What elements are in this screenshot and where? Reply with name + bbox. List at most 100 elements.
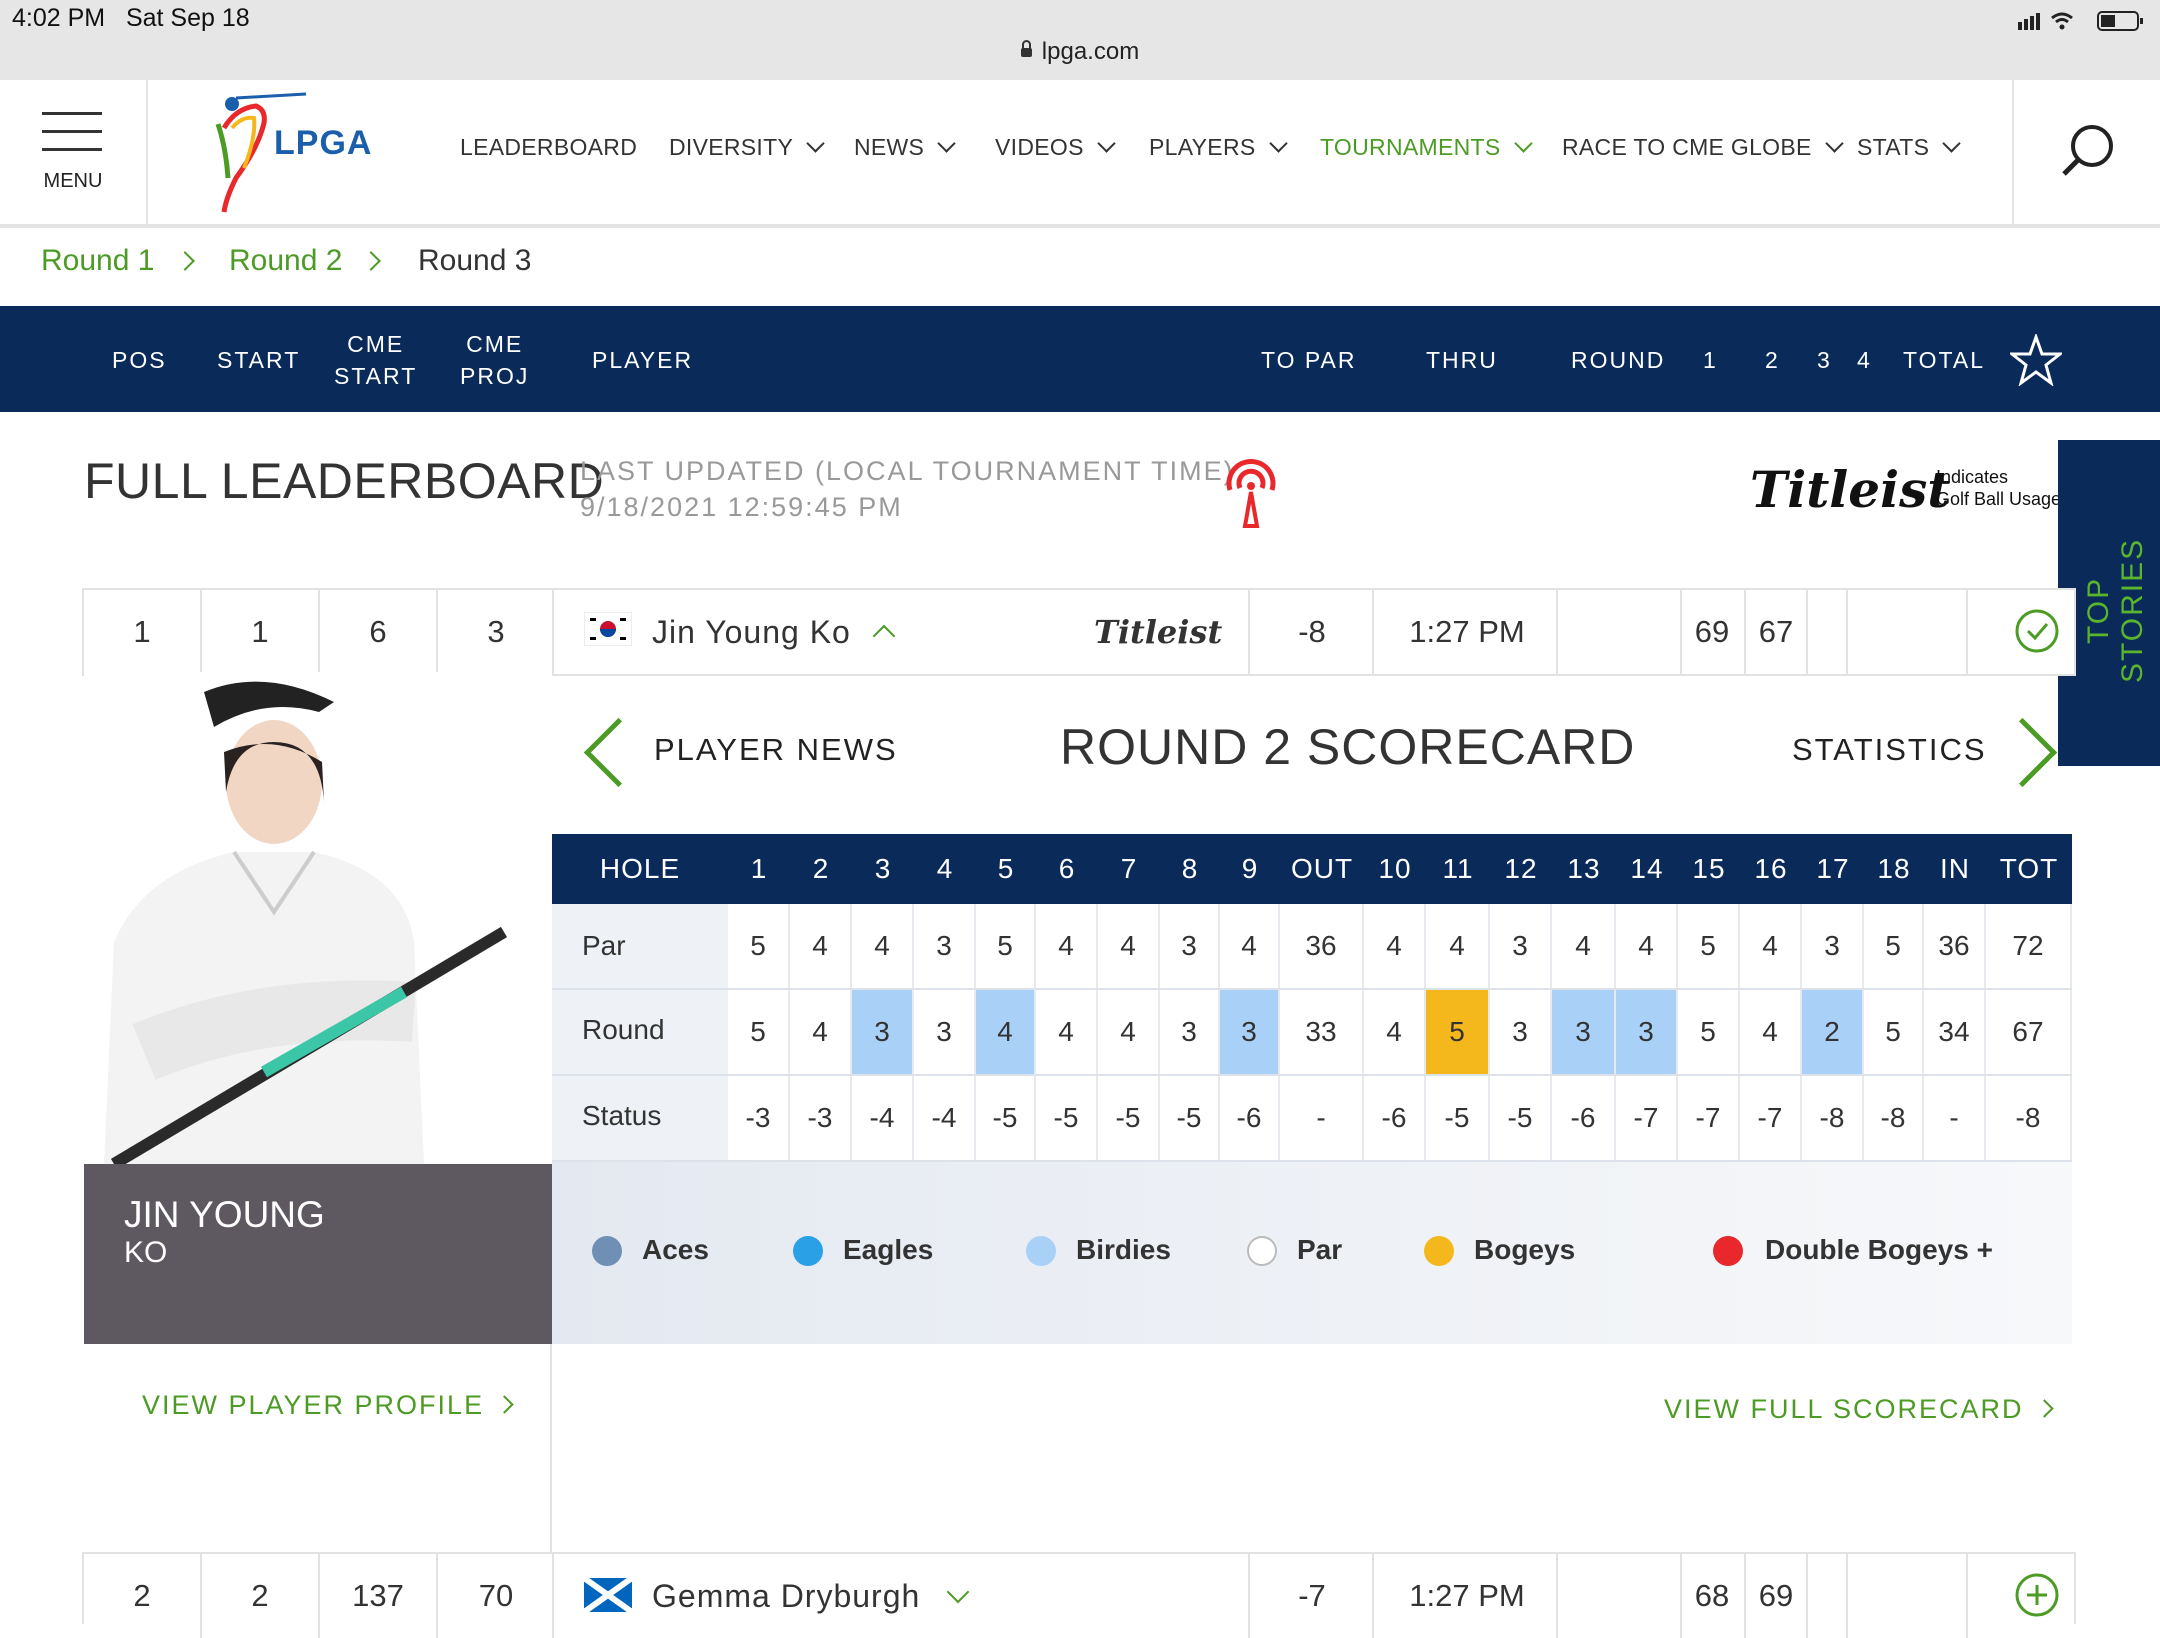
col-thru[interactable]: THRU xyxy=(1426,344,1498,376)
nav-race-to-cme-globe[interactable]: RACE TO CME GLOBE xyxy=(1562,134,1844,161)
scorecard-status-cell: -7 xyxy=(1616,1076,1678,1160)
legend-double-bogeys-dot xyxy=(1713,1236,1743,1266)
scorecard-status-cell: -4 xyxy=(852,1076,914,1160)
url-bar[interactable]: lpga.com xyxy=(0,38,2160,66)
scorecard-par-cell: 3 xyxy=(1490,904,1552,988)
player-news-link[interactable]: PLAYER NEWS xyxy=(654,732,898,768)
chevron-down-icon xyxy=(1513,134,1533,153)
scorecard-col-6: 6 xyxy=(1058,853,1076,884)
scorecard-round-cell: 4 xyxy=(1740,990,1802,1074)
scorecard-par-cell: 4 xyxy=(1220,904,1280,988)
col-pos[interactable]: POS xyxy=(112,344,167,376)
battery-wifi-signal-icon xyxy=(2018,11,2143,31)
scorecard-round-cell: 34 xyxy=(1924,990,1986,1074)
scorecard-status-cell: -6 xyxy=(1220,1076,1280,1160)
player-photo xyxy=(84,672,552,1164)
player-last-name: KO xyxy=(124,1236,168,1269)
row-player-name[interactable]: Jin Young Ko xyxy=(652,590,851,674)
row-thru: 1:27 PM xyxy=(1409,614,1525,649)
row-player-name[interactable]: Gemma Dryburgh xyxy=(652,1554,920,1638)
row-cme-proj: 3 xyxy=(487,614,505,649)
chevron-down-icon xyxy=(1097,134,1116,153)
breadcrumb-round-2[interactable]: Round 2 xyxy=(229,244,342,278)
nav-leaderboard[interactable]: LEADERBOARD xyxy=(460,134,637,161)
col-r1[interactable]: 1 xyxy=(1703,344,1718,376)
search-button[interactable] xyxy=(2012,80,2160,224)
scorecard-par-label: Par xyxy=(582,930,626,961)
col-cme-proj[interactable]: CME PROJ xyxy=(460,328,529,392)
row-r2: 67 xyxy=(1758,614,1794,649)
row-thru: 1:27 PM xyxy=(1409,1578,1525,1613)
checkmark-circle-icon[interactable] xyxy=(2014,608,2060,654)
plus-circle-icon[interactable] xyxy=(2014,1572,2060,1618)
scorecard-round-cell: 4 xyxy=(1036,990,1098,1074)
col-round[interactable]: ROUND xyxy=(1571,344,1665,376)
col-r2[interactable]: 2 xyxy=(1765,344,1780,376)
scorecard-round-cell: 2 xyxy=(1802,990,1864,1074)
scorecard-par-cell: 4 xyxy=(1552,904,1616,988)
scorecard-status-cell: -6 xyxy=(1552,1076,1616,1160)
lpga-logo-text: LPGA xyxy=(274,124,373,162)
chevron-down-icon xyxy=(806,134,825,153)
scorecard-par-cell: 4 xyxy=(790,904,852,988)
scorecard-round-cell: 3 xyxy=(1616,990,1678,1074)
status-date: Sat Sep 18 xyxy=(125,4,250,32)
row-pos: 1 xyxy=(133,614,151,649)
scorecard-status-cell: - xyxy=(1280,1076,1364,1160)
col-to-par[interactable]: TO PAR xyxy=(1261,344,1357,376)
scorecard-status-cell: -4 xyxy=(914,1076,976,1160)
scorecard-col-2: 2 xyxy=(812,853,830,884)
row-cme-start: 6 xyxy=(369,614,387,649)
chevron-up-icon[interactable] xyxy=(872,624,896,648)
statistics-link[interactable]: STATISTICS xyxy=(1792,732,1987,768)
scorecard-par-cell: 36 xyxy=(1280,904,1364,988)
scorecard-par-cell: 4 xyxy=(1364,904,1426,988)
col-player[interactable]: PLAYER xyxy=(592,344,693,376)
top-stories-label: TOP STORIES xyxy=(2082,537,2149,683)
nav-tournaments[interactable]: TOURNAMENTS xyxy=(1320,134,1533,161)
scorecard-col-out: OUT xyxy=(1290,853,1354,884)
scorecard-round-cell: 67 xyxy=(1986,990,2072,1074)
status-clock: 4:02 PM xyxy=(12,4,106,32)
leaderboard-row[interactable]: 2 2 137 70 Gemma Dryburgh -7 1:27 PM 68 … xyxy=(82,1552,2076,1638)
status-icons xyxy=(2018,10,2148,32)
scorecard-col-13: 13 xyxy=(1567,853,1601,884)
col-r3[interactable]: 3 xyxy=(1817,344,1832,376)
menu-button[interactable] xyxy=(0,80,148,224)
scorecard-col-16: 16 xyxy=(1754,853,1788,884)
row-r1: 69 xyxy=(1694,614,1730,649)
scorecard-round-cell: 33 xyxy=(1280,990,1364,1074)
breadcrumb-round-3[interactable]: Round 3 xyxy=(418,244,531,278)
chevron-down-icon xyxy=(937,134,956,153)
view-full-scorecard-link[interactable]: VIEW FULL SCORECARD xyxy=(1664,1394,2054,1425)
chevron-left-icon[interactable] xyxy=(583,717,654,788)
scorecard-par-cell: 4 xyxy=(852,904,914,988)
nav-videos[interactable]: VIDEOS xyxy=(995,134,1116,161)
scorecard-round-cell: 5 xyxy=(1678,990,1740,1074)
col-start[interactable]: START xyxy=(217,344,300,376)
row-start: 2 xyxy=(251,1578,269,1613)
lock-icon xyxy=(1020,40,1032,57)
breadcrumb-round-1[interactable]: Round 1 xyxy=(41,244,154,278)
scorecard-status-cell: -7 xyxy=(1740,1076,1802,1160)
chevron-down-icon[interactable] xyxy=(946,1580,970,1604)
leaderboard-row[interactable]: 1 1 6 3 Jin Young Ko Titleist -8 1:27 PM… xyxy=(82,588,2076,676)
scorecard-status-cell: -5 xyxy=(1426,1076,1490,1160)
last-updated-label: LAST UPDATED (LOCAL TOURNAMENT TIME) xyxy=(580,456,1235,486)
chevron-down-icon xyxy=(1824,134,1844,153)
scorecard-round-cell: 3 xyxy=(1220,990,1280,1074)
scorecard-col-18: 18 xyxy=(1877,853,1911,884)
star-icon[interactable] xyxy=(2010,334,2062,386)
col-r4[interactable]: 4 xyxy=(1857,344,1872,376)
scorecard-col-14: 14 xyxy=(1630,853,1664,884)
view-player-profile-link[interactable]: VIEW PLAYER PROFILE xyxy=(142,1390,514,1421)
nav-stats[interactable]: STATS xyxy=(1857,134,1961,161)
scorecard-col-17: 17 xyxy=(1816,853,1850,884)
col-total[interactable]: TOTAL xyxy=(1903,344,1985,376)
row-to-par: -7 xyxy=(1298,1578,1326,1613)
col-cme-start[interactable]: CME START xyxy=(334,328,417,392)
nav-players[interactable]: PLAYERS xyxy=(1149,134,1288,161)
nav-news[interactable]: NEWS xyxy=(854,134,956,161)
chevron-right-icon[interactable] xyxy=(1987,717,2058,788)
nav-diversity[interactable]: DIVERSITY xyxy=(669,134,825,161)
